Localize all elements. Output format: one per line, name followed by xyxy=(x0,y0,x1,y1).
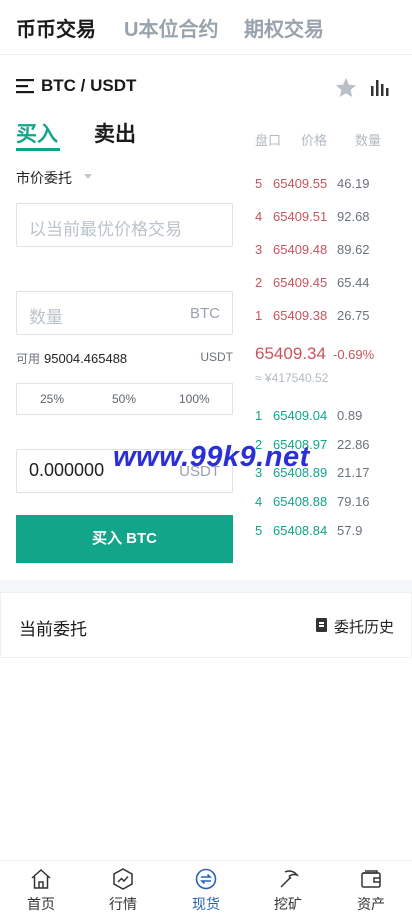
buy-btc-button[interactable]: 买入 BTC xyxy=(16,515,233,563)
nav-item-assets[interactable]: 资产 xyxy=(330,861,412,915)
ask-qty: 46.19 xyxy=(337,176,370,191)
ask-row[interactable]: 4 65409.51 92.68 xyxy=(255,209,405,225)
percent-25-button[interactable]: 25% xyxy=(40,392,64,406)
bid-row[interactable]: 4 65408.88 79.16 xyxy=(255,494,405,510)
ask-price: 65409.38 xyxy=(273,308,328,323)
wallet-icon xyxy=(361,870,381,888)
orderbook-header-depth: 盘口 xyxy=(255,133,282,148)
ask-qty: 92.68 xyxy=(337,209,370,224)
orderbook-header-price: 价格 xyxy=(301,133,328,148)
bid-qty: 57.9 xyxy=(337,523,363,538)
nav-item-market[interactable]: 行情 xyxy=(82,861,164,915)
tab-options-trading[interactable]: 期权交易 xyxy=(244,13,324,42)
percent-50-button[interactable]: 50% xyxy=(112,392,136,406)
percent-100-button[interactable]: 100% xyxy=(179,392,210,406)
bid-price: 65409.04 xyxy=(273,408,328,423)
pair-title[interactable]: BTC / USDT xyxy=(41,76,136,96)
bid-qty: 0.89 xyxy=(337,408,363,423)
ask-qty: 26.75 xyxy=(337,308,370,323)
ask-index: 3 xyxy=(255,242,263,257)
pair-bar: BTC / USDT xyxy=(16,72,396,102)
ask-row[interactable]: 3 65409.48 89.62 xyxy=(255,242,405,258)
last-price: 65409.34 xyxy=(255,344,326,363)
bid-index: 1 xyxy=(255,408,263,423)
available-balance: 可用 95004.465488 USDT xyxy=(16,350,233,367)
price-placeholder: 以当前最优价格交易 xyxy=(29,220,182,239)
price-field[interactable]: 以当前最优价格交易 xyxy=(16,203,233,247)
order-type-select[interactable]: 市价委托 xyxy=(16,168,72,188)
ask-index: 5 xyxy=(255,176,263,191)
available-unit: USDT xyxy=(200,350,233,364)
ask-qty: 65.44 xyxy=(337,275,370,290)
bid-price: 65408.88 xyxy=(273,494,328,509)
bid-row[interactable]: 1 65409.04 0.89 xyxy=(255,408,405,424)
bid-qty: 79.16 xyxy=(337,494,370,509)
bottom-nav: 首页 行情 现货 挖矿 资产 xyxy=(0,860,412,915)
sell-tab[interactable]: 卖出 xyxy=(94,118,136,148)
nav-label-assets: 资产 xyxy=(357,896,385,912)
available-label: 可用 xyxy=(16,352,41,366)
tab-spot-trading[interactable]: 币币交易 xyxy=(16,13,96,42)
ask-row[interactable]: 1 65409.38 26.75 xyxy=(255,308,405,324)
home-icon xyxy=(31,868,51,889)
percent-selector: 25% 50% 100% xyxy=(16,383,233,415)
total-value: 0.000000 xyxy=(29,460,105,480)
section-divider xyxy=(0,580,412,592)
amount-placeholder: 数量 xyxy=(29,308,63,327)
ask-price: 65409.48 xyxy=(273,242,328,257)
ask-row[interactable]: 2 65409.45 65.44 xyxy=(255,275,405,291)
available-value: 95004.465488 xyxy=(44,351,128,366)
bid-qty: 21.17 xyxy=(337,465,370,480)
nav-item-home[interactable]: 首页 xyxy=(0,861,82,915)
nav-label-home: 首页 xyxy=(27,896,55,912)
chart-bars-icon[interactable] xyxy=(370,77,390,97)
ask-qty: 89.62 xyxy=(337,242,370,257)
bid-index: 5 xyxy=(255,523,263,538)
document-icon xyxy=(316,618,327,632)
current-orders-title: 当前委托 xyxy=(19,620,87,639)
amount-unit: BTC xyxy=(190,305,220,322)
market-icon xyxy=(113,868,133,890)
chevron-down-icon[interactable] xyxy=(84,174,92,179)
ask-index: 1 xyxy=(255,308,263,323)
nav-item-mining[interactable]: 挖矿 xyxy=(247,861,329,915)
tab-usdt-futures[interactable]: U本位合约 xyxy=(124,13,218,42)
nav-item-spot[interactable]: 现货 xyxy=(165,861,247,915)
ask-price: 65409.55 xyxy=(273,176,328,191)
nav-label-market: 行情 xyxy=(109,896,137,912)
orderbook-header-qty: 数量 xyxy=(355,133,382,148)
ask-price: 65409.45 xyxy=(273,275,328,290)
bid-price: 65408.84 xyxy=(273,523,328,538)
amount-field[interactable]: 数量 BTC xyxy=(16,291,233,335)
bid-index: 4 xyxy=(255,494,263,509)
ask-price: 65409.51 xyxy=(273,209,328,224)
bid-row[interactable]: 5 65408.84 57.9 xyxy=(255,523,405,539)
last-price-cny: ≈ ¥417540.52 xyxy=(255,371,329,385)
buy-tab-underline xyxy=(16,148,60,151)
order-history-label: 委托历史 xyxy=(334,619,395,636)
ask-index: 2 xyxy=(255,275,263,290)
watermark-text: www.99k9.net xyxy=(113,441,310,473)
nav-label-spot: 现货 xyxy=(192,896,220,912)
ask-row[interactable]: 5 65409.55 46.19 xyxy=(255,176,405,192)
price-change-percent: -0.69% xyxy=(333,347,375,362)
buy-tab[interactable]: 买入 xyxy=(16,118,58,148)
nav-label-mining: 挖矿 xyxy=(274,896,302,912)
favorite-star-icon[interactable] xyxy=(334,76,358,100)
pair-menu-icon[interactable] xyxy=(16,78,36,94)
ask-index: 4 xyxy=(255,209,263,224)
mining-pickaxe-icon xyxy=(280,870,300,888)
bid-qty: 22.86 xyxy=(337,437,370,452)
spot-exchange-icon xyxy=(195,868,217,890)
order-history-link[interactable]: 委托历史 xyxy=(316,616,394,637)
top-tab-bar: 币币交易 U本位合约 期权交易 xyxy=(0,0,412,55)
current-orders-panel: 当前委托 委托历史 xyxy=(0,592,412,658)
